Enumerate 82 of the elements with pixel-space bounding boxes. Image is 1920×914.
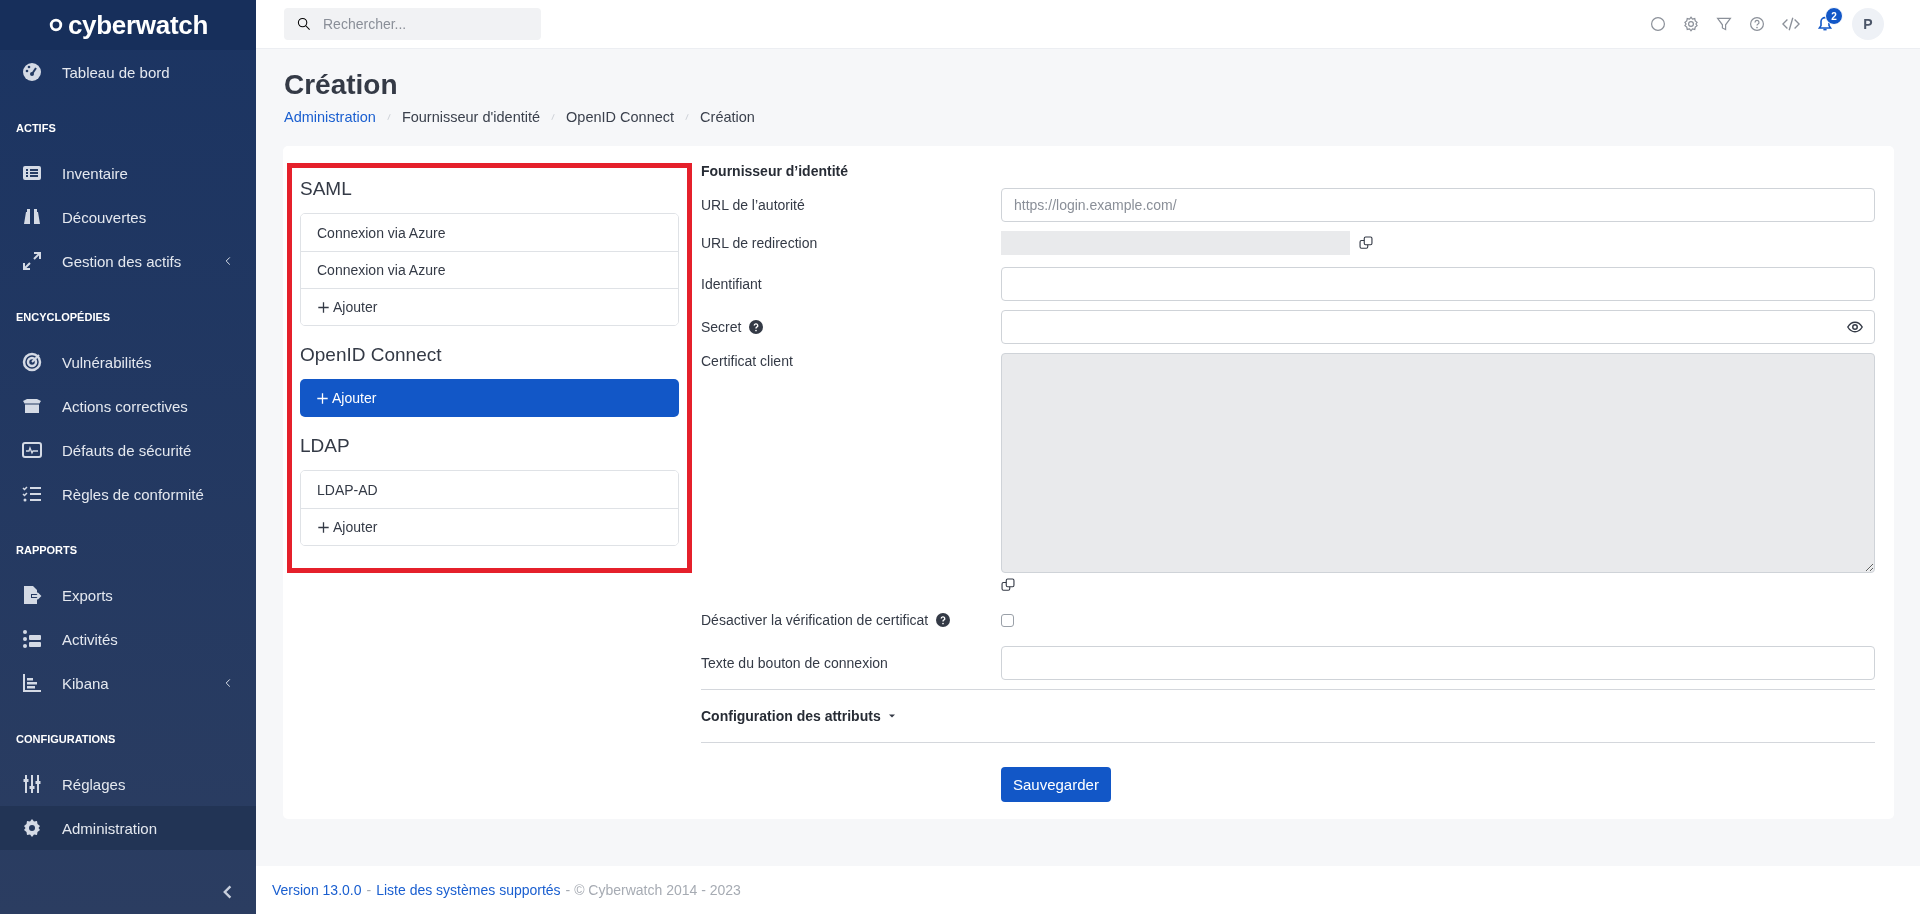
expand-arrows-icon bbox=[22, 251, 42, 271]
file-arrow-icon bbox=[22, 585, 42, 605]
plus-icon bbox=[317, 520, 330, 534]
slash-icon bbox=[683, 111, 692, 123]
sidebar-item[interactable]: Découvertes bbox=[0, 195, 256, 239]
circle-icon[interactable] bbox=[1650, 16, 1666, 32]
sidebar-item[interactable]: Exports bbox=[0, 573, 256, 617]
binoculars-icon bbox=[22, 207, 42, 227]
eye-icon[interactable] bbox=[1847, 319, 1863, 335]
section-heading: CONFIGURATIONS bbox=[15, 732, 117, 747]
plus-icon bbox=[316, 391, 329, 405]
bar-chart-icon bbox=[22, 673, 42, 693]
footer-link[interactable]: Version 13.0.0 bbox=[272, 882, 362, 898]
field-label: Identifiant bbox=[701, 276, 762, 292]
sidebar-item[interactable]: Règles de conformité bbox=[0, 472, 256, 516]
plus-icon bbox=[317, 300, 330, 314]
settings-icon[interactable] bbox=[1683, 16, 1699, 32]
sliders-icon bbox=[22, 774, 42, 794]
section-heading: ENCYCLOPÉDIES bbox=[15, 310, 112, 325]
field-label: URL de l’autorité bbox=[701, 197, 805, 213]
breadcrumb-item: Création bbox=[700, 109, 755, 125]
copy-icon[interactable] bbox=[1001, 578, 1015, 592]
save-button[interactable]: Sauvegarder bbox=[1001, 767, 1111, 802]
field-label: Texte du bouton de connexion bbox=[701, 655, 888, 671]
logo-text: cyberwatch bbox=[67, 9, 209, 41]
add-button[interactable]: Ajouter bbox=[300, 379, 679, 417]
form-heading: Fournisseur d’identité bbox=[701, 163, 849, 179]
field-label: Désactiver la vérification de certificat bbox=[701, 612, 929, 628]
sidebar-item[interactable]: Défauts de sécurité bbox=[0, 428, 256, 472]
section-toggle[interactable]: Configuration des attributs bbox=[701, 690, 1875, 742]
slash-icon bbox=[384, 111, 393, 123]
ring-icon bbox=[47, 17, 64, 33]
notification-count: 2 bbox=[1825, 7, 1843, 25]
section-heading: ACTIFS bbox=[15, 121, 57, 136]
add-button[interactable]: Ajouter bbox=[301, 288, 678, 325]
sidebar-item[interactable]: Activités bbox=[0, 617, 256, 661]
footer-text: - © Cyberwatch 2014 - 2023 bbox=[565, 882, 741, 898]
slash-icon bbox=[549, 111, 558, 123]
text-field[interactable]: https://login.example.com/ bbox=[1001, 188, 1875, 222]
sidebar-item[interactable]: Tableau de bord bbox=[0, 50, 256, 94]
copy-icon[interactable] bbox=[1359, 236, 1373, 250]
monitor-icon bbox=[22, 440, 42, 460]
field-label: URL de redirection bbox=[701, 235, 818, 251]
list-bars-icon bbox=[22, 629, 42, 649]
sidebar-item[interactable]: Actions correctives bbox=[0, 384, 256, 428]
checkbox[interactable] bbox=[1001, 613, 1014, 627]
add-button[interactable]: Ajouter bbox=[301, 508, 678, 545]
search-field[interactable]: Rechercher... bbox=[284, 8, 541, 40]
gauge-icon bbox=[22, 62, 42, 82]
sidebar-item[interactable]: Vulnérabilités bbox=[0, 340, 256, 384]
footer-link[interactable]: Liste des systèmes supportés bbox=[376, 882, 561, 898]
sidebar-item[interactable]: Réglages bbox=[0, 762, 256, 806]
bell-icon bbox=[1817, 16, 1833, 32]
footer-text: - bbox=[366, 882, 372, 898]
text-field[interactable] bbox=[1001, 646, 1875, 680]
provider-heading: OpenID Connect bbox=[300, 343, 443, 367]
code-icon[interactable] bbox=[1782, 15, 1800, 33]
notifications-button[interactable] bbox=[1817, 16, 1833, 32]
settings-icon bbox=[22, 818, 42, 838]
breadcrumb-link[interactable]: Administration bbox=[284, 109, 376, 125]
provider-heading: LDAP bbox=[300, 434, 351, 458]
sidebar-item[interactable]: Kibana bbox=[0, 661, 256, 705]
field-label: Certificat client bbox=[701, 353, 793, 369]
breadcrumb-item: Fournisseur d'identité bbox=[401, 109, 541, 125]
search-icon bbox=[297, 17, 311, 31]
provider-heading: SAML bbox=[300, 177, 353, 201]
user-avatar[interactable]: P bbox=[1852, 8, 1884, 40]
sidebar-item[interactable]: Inventaire bbox=[0, 151, 256, 195]
sidebar-item[interactable]: Administration bbox=[0, 806, 256, 850]
box-icon bbox=[22, 396, 42, 416]
help-icon[interactable] bbox=[1749, 16, 1765, 32]
breadcrumb-item: OpenID Connect bbox=[566, 109, 675, 125]
page-title: Création bbox=[284, 68, 399, 102]
password-field[interactable] bbox=[1001, 310, 1875, 344]
text-field[interactable] bbox=[1001, 267, 1875, 301]
list-icon bbox=[22, 163, 42, 183]
filter-icon[interactable] bbox=[1716, 16, 1732, 32]
section-heading: RAPPORTS bbox=[15, 543, 79, 558]
field-label: Secret bbox=[701, 319, 742, 335]
target-icon bbox=[22, 352, 42, 372]
checklist-icon bbox=[22, 484, 42, 504]
sidebar-item[interactable]: Gestion des actifs bbox=[0, 239, 256, 283]
